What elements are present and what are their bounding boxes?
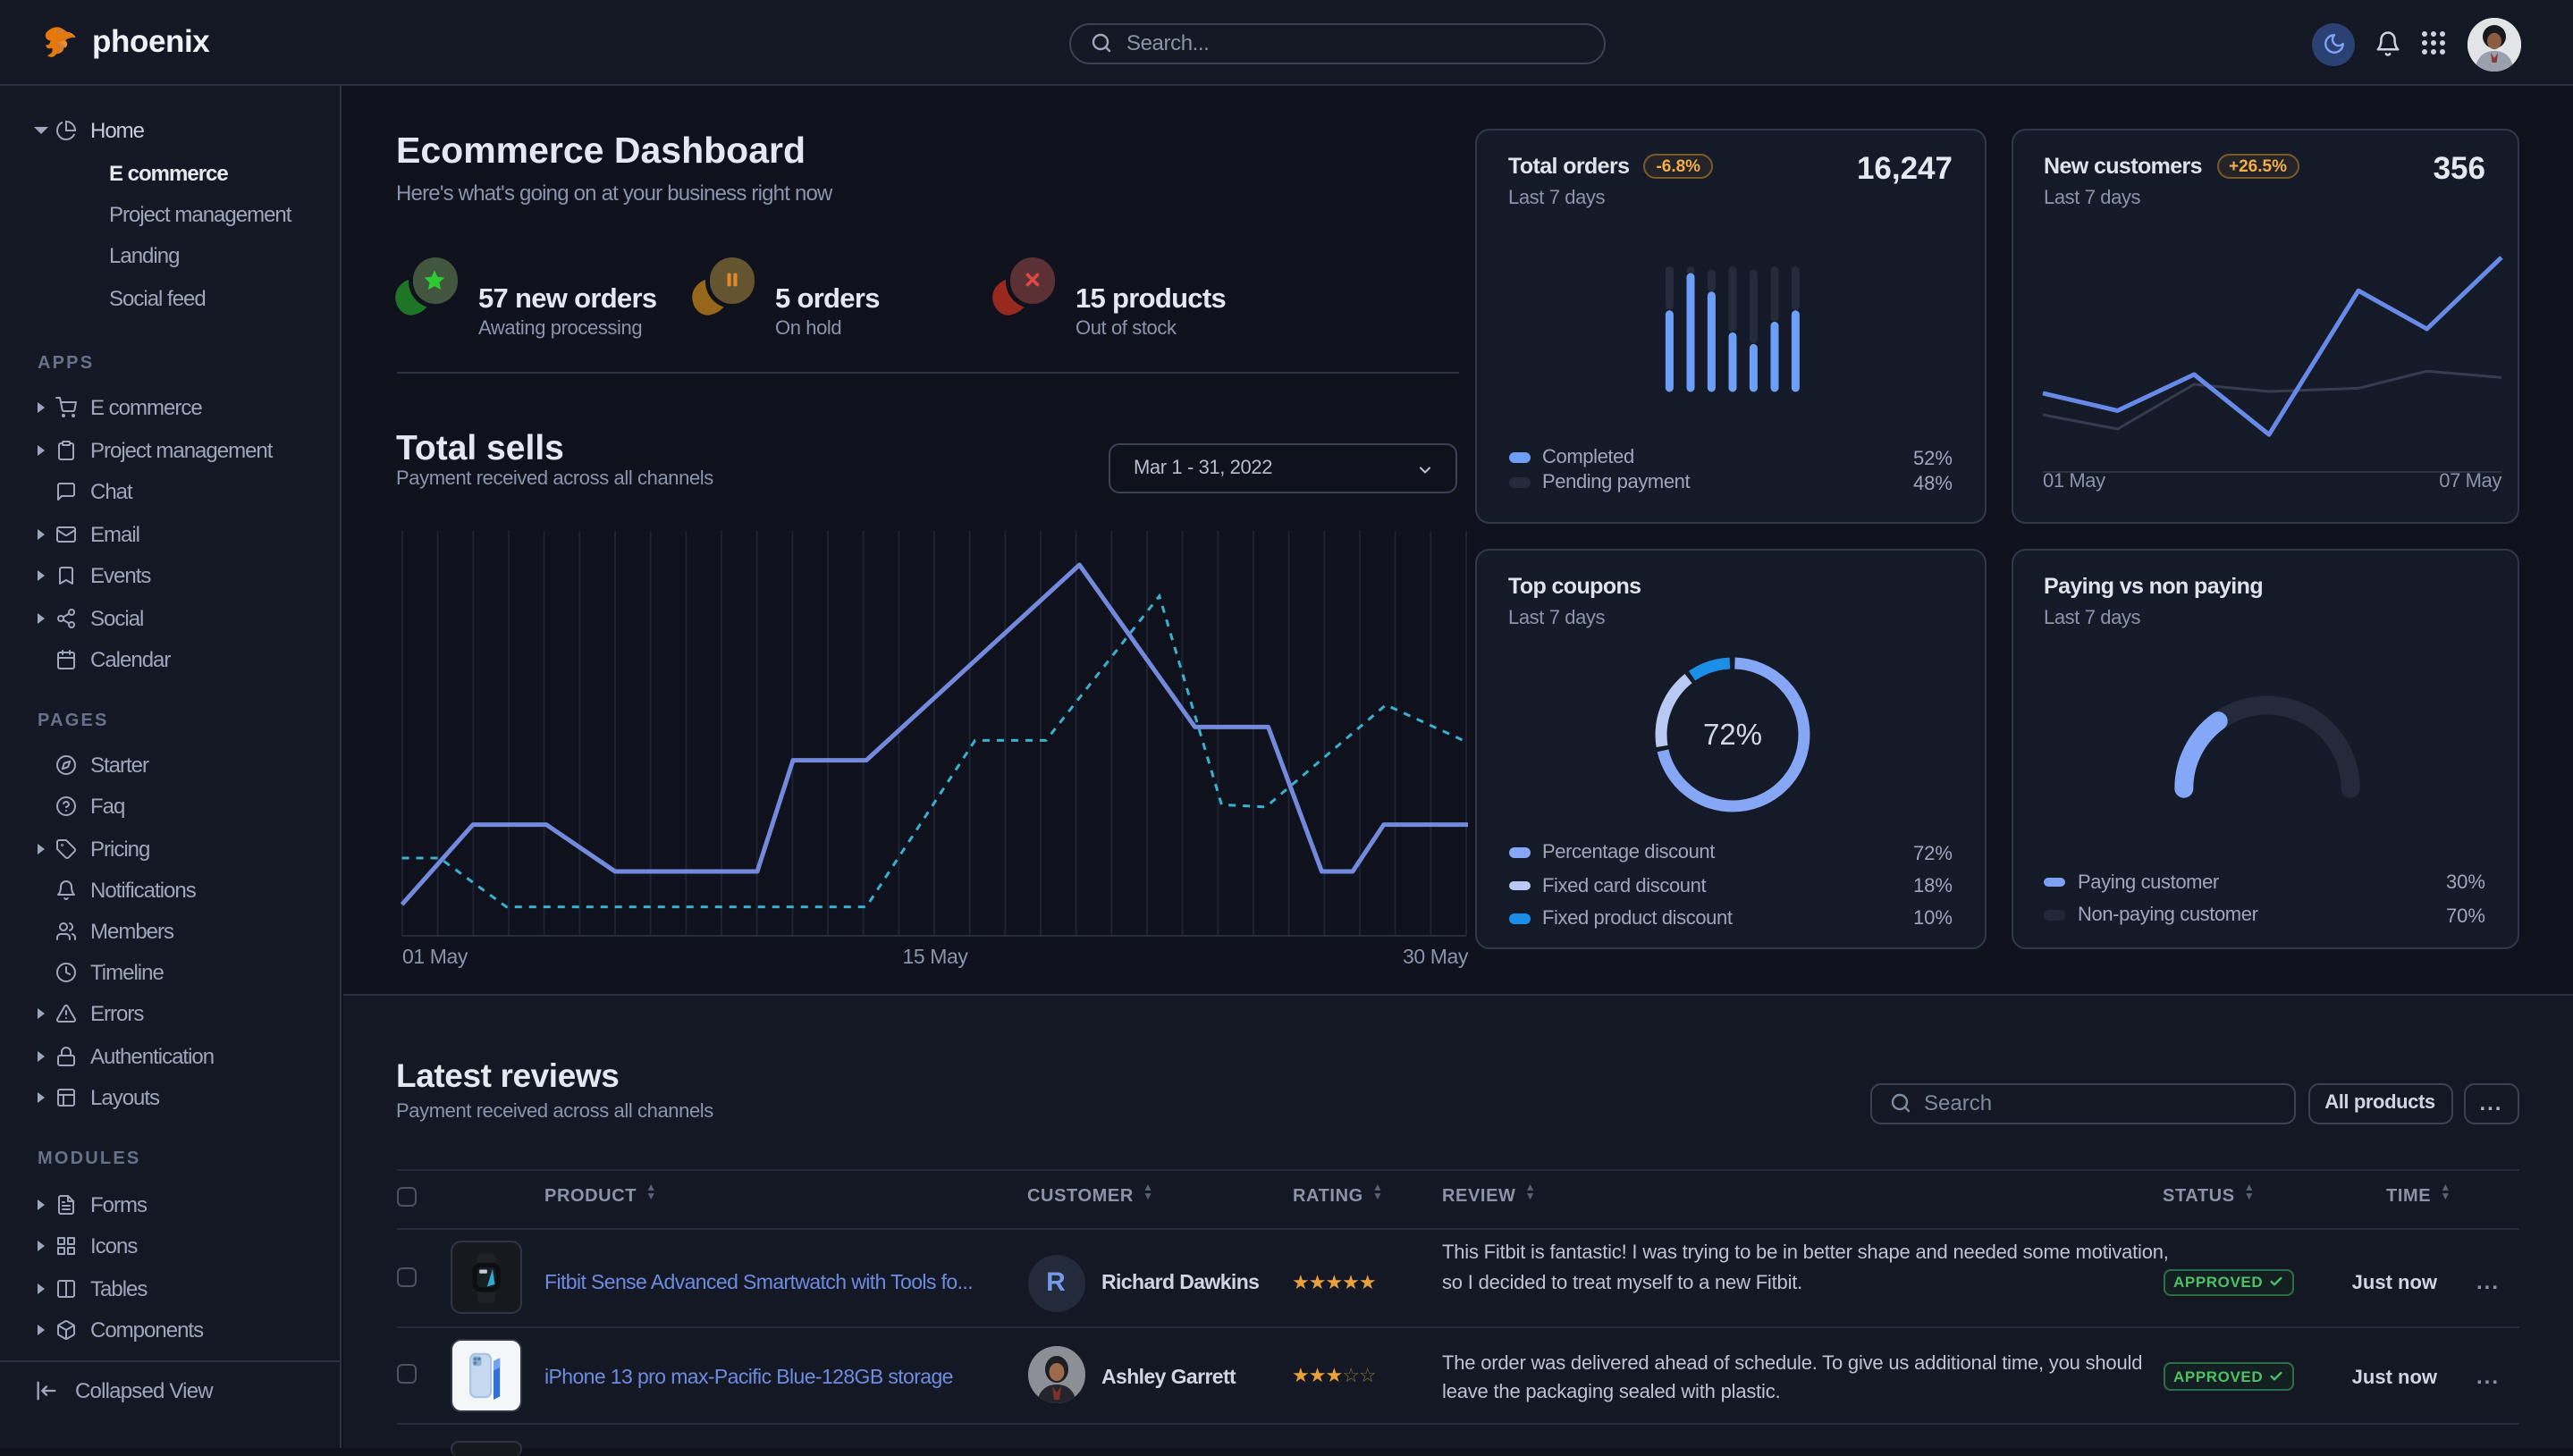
svg-text:72%: 72% <box>1703 717 1762 750</box>
svg-text:01 May: 01 May <box>402 945 468 968</box>
svg-text:30 May: 30 May <box>1403 945 1469 968</box>
svg-text:01 May: 01 May <box>2042 469 2105 492</box>
svg-text:07 May: 07 May <box>2438 469 2501 492</box>
svg-text:15 May: 15 May <box>902 945 968 968</box>
